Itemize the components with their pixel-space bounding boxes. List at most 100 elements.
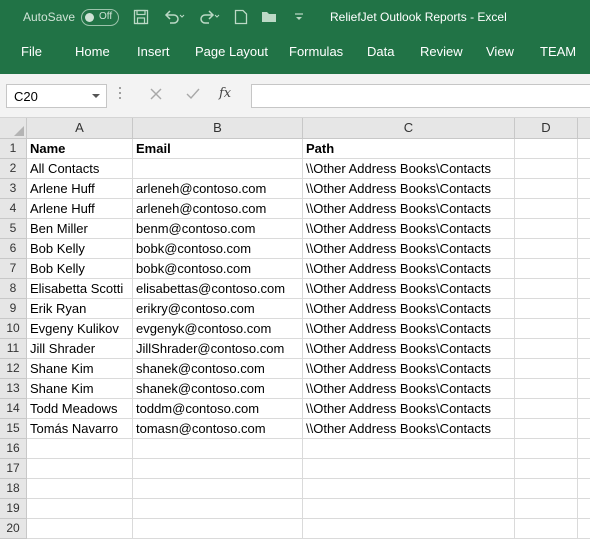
grid-cell[interactable] <box>133 519 303 539</box>
grid-cell[interactable]: \\Other Address Books\Contacts <box>303 239 515 259</box>
grid-cell[interactable]: \\Other Address Books\Contacts <box>303 339 515 359</box>
tab-view[interactable]: View <box>486 44 514 59</box>
grid-cell[interactable] <box>578 519 590 539</box>
grid-cell[interactable]: Erik Ryan <box>27 299 133 319</box>
row-header[interactable]: 6 <box>0 239 27 259</box>
grid-cell[interactable]: Elisabetta Scotti <box>27 279 133 299</box>
chevron-down-icon[interactable] <box>92 94 100 98</box>
grid-cell[interactable]: \\Other Address Books\Contacts <box>303 319 515 339</box>
grid-cell[interactable] <box>578 319 590 339</box>
row-header[interactable]: 10 <box>0 319 27 339</box>
grid-cell[interactable] <box>578 479 590 499</box>
row-header[interactable]: 9 <box>0 299 27 319</box>
grid-cell[interactable]: elisabettas@contoso.com <box>133 279 303 299</box>
grid-cell[interactable] <box>133 159 303 179</box>
row-header[interactable]: 17 <box>0 459 27 479</box>
grid-cell[interactable]: toddm@contoso.com <box>133 399 303 419</box>
grid-cell[interactable]: \\Other Address Books\Contacts <box>303 299 515 319</box>
grid-cell[interactable] <box>303 459 515 479</box>
grid-cell[interactable]: evgenyk@contoso.com <box>133 319 303 339</box>
grid-cell[interactable] <box>515 239 578 259</box>
grid-cell[interactable] <box>133 499 303 519</box>
grid-cell[interactable]: Shane Kim <box>27 379 133 399</box>
grid-cell[interactable]: benm@contoso.com <box>133 219 303 239</box>
grid-cell[interactable] <box>515 159 578 179</box>
grid-cell[interactable]: \\Other Address Books\Contacts <box>303 199 515 219</box>
grid-cell[interactable] <box>515 359 578 379</box>
grid-cell[interactable] <box>578 399 590 419</box>
grid-cell[interactable] <box>578 259 590 279</box>
formula-input[interactable] <box>251 84 590 108</box>
grid-cell[interactable] <box>27 459 133 479</box>
grid-cell[interactable]: \\Other Address Books\Contacts <box>303 219 515 239</box>
row-header[interactable]: 19 <box>0 499 27 519</box>
grid-cell[interactable] <box>27 439 133 459</box>
grid-cell[interactable] <box>515 319 578 339</box>
customize-quick-access-icon[interactable] <box>294 9 304 27</box>
row-header[interactable]: 20 <box>0 519 27 539</box>
grid-cell[interactable] <box>515 259 578 279</box>
grid-cell[interactable] <box>515 399 578 419</box>
grid-cell[interactable]: arleneh@contoso.com <box>133 179 303 199</box>
grid-cell[interactable]: \\Other Address Books\Contacts <box>303 279 515 299</box>
redo-icon[interactable] <box>198 9 220 27</box>
grid-cell[interactable]: \\Other Address Books\Contacts <box>303 419 515 439</box>
grid-cell[interactable] <box>578 439 590 459</box>
tab-formulas[interactable]: Formulas <box>289 44 343 59</box>
header-cell[interactable]: Path <box>303 139 515 159</box>
grid-cell[interactable]: Bob Kelly <box>27 239 133 259</box>
row-header[interactable]: 11 <box>0 339 27 359</box>
grid-cell[interactable]: tomasn@contoso.com <box>133 419 303 439</box>
grid-cell[interactable] <box>303 519 515 539</box>
grid-cell[interactable]: bobk@contoso.com <box>133 239 303 259</box>
grid-cell[interactable] <box>578 419 590 439</box>
grid-cell[interactable] <box>578 339 590 359</box>
enter-check-icon[interactable] <box>183 87 203 105</box>
grid-cell[interactable]: Shane Kim <box>27 359 133 379</box>
grid-cell[interactable]: \\Other Address Books\Contacts <box>303 179 515 199</box>
row-header[interactable]: 13 <box>0 379 27 399</box>
grid-cell[interactable] <box>578 179 590 199</box>
row-header[interactable]: 8 <box>0 279 27 299</box>
grid-cell[interactable]: Arlene Huff <box>27 199 133 219</box>
grid-cell[interactable] <box>578 219 590 239</box>
row-header[interactable]: 14 <box>0 399 27 419</box>
column-header-e[interactable] <box>578 118 590 139</box>
header-cell[interactable]: Name <box>27 139 133 159</box>
save-icon[interactable] <box>133 9 149 27</box>
grid-cell[interactable] <box>133 439 303 459</box>
row-header[interactable]: 16 <box>0 439 27 459</box>
header-cell[interactable] <box>515 139 578 159</box>
row-header[interactable]: 2 <box>0 159 27 179</box>
grid-cell[interactable] <box>27 479 133 499</box>
tab-team[interactable]: TEAM <box>540 44 576 59</box>
column-header-c[interactable]: C <box>303 118 515 139</box>
grid-cell[interactable] <box>578 299 590 319</box>
grid-cell[interactable] <box>578 239 590 259</box>
grid-cell[interactable]: Ben Miller <box>27 219 133 239</box>
grid-cell[interactable] <box>515 339 578 359</box>
grid-cell[interactable] <box>515 279 578 299</box>
grid-cell[interactable] <box>578 359 590 379</box>
grid-cell[interactable] <box>578 459 590 479</box>
tab-file[interactable]: File <box>21 44 42 59</box>
grid-cell[interactable] <box>515 519 578 539</box>
grid-cell[interactable]: \\Other Address Books\Contacts <box>303 259 515 279</box>
grid-cell[interactable] <box>515 459 578 479</box>
grid-cell[interactable]: Tomás Navarro <box>27 419 133 439</box>
row-header[interactable]: 5 <box>0 219 27 239</box>
grid-cell[interactable]: \\Other Address Books\Contacts <box>303 379 515 399</box>
grid-cell[interactable] <box>515 479 578 499</box>
column-header-a[interactable]: A <box>27 118 133 139</box>
grid-cell[interactable] <box>578 159 590 179</box>
autosave-toggle[interactable]: Off <box>81 9 119 26</box>
row-header[interactable]: 3 <box>0 179 27 199</box>
grid-cell[interactable]: bobk@contoso.com <box>133 259 303 279</box>
grid-cell[interactable] <box>515 299 578 319</box>
grid-cell[interactable] <box>515 219 578 239</box>
grid-cell[interactable] <box>515 419 578 439</box>
grid-cell[interactable] <box>578 279 590 299</box>
grid-cell[interactable] <box>27 519 133 539</box>
grid-cell[interactable]: shanek@contoso.com <box>133 359 303 379</box>
grid-cell[interactable]: \\Other Address Books\Contacts <box>303 359 515 379</box>
